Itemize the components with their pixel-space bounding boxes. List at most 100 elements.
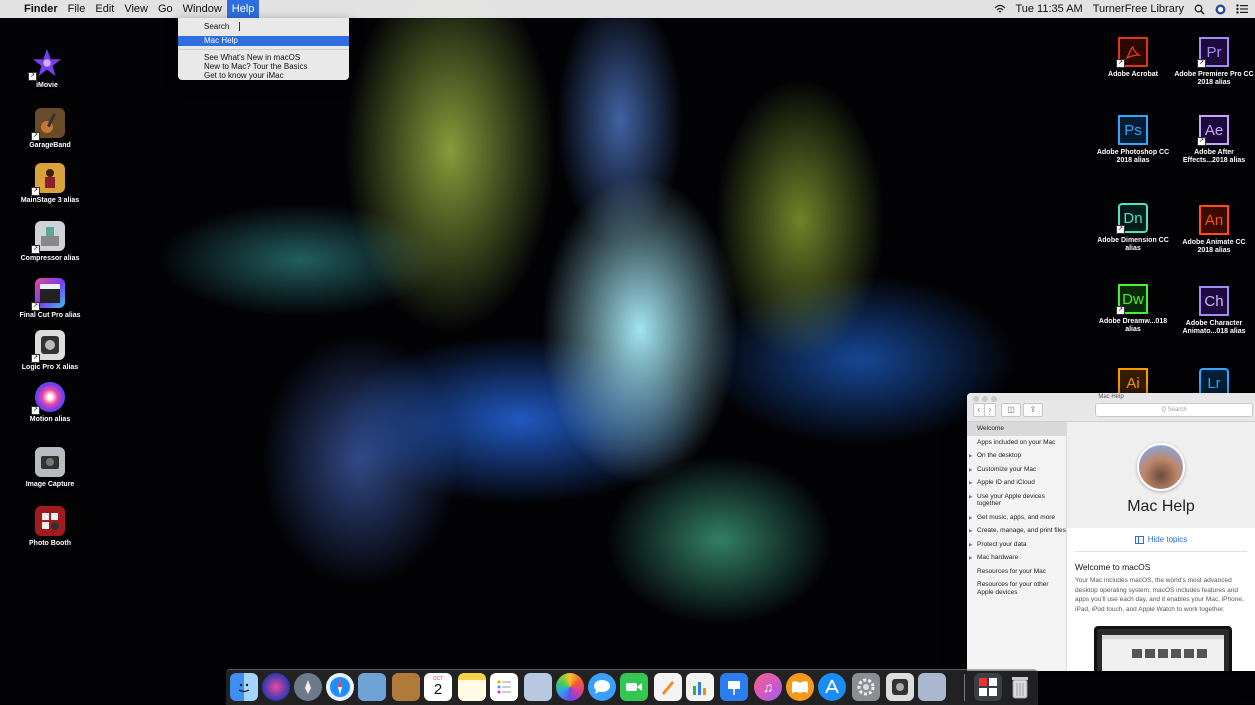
- forward-button[interactable]: ›: [984, 403, 996, 417]
- preview-icon[interactable]: [358, 673, 386, 701]
- menu-item-tour-basics[interactable]: New to Mac? Tour the Basics: [178, 62, 349, 71]
- photos-edit-icon[interactable]: [524, 673, 552, 701]
- desktop-icon-label: Logic Pro X alias: [21, 364, 79, 371]
- help-sidebar: Welcome Apps included on your Mac On the…: [967, 422, 1067, 671]
- desktop-icon-after-effects[interactable]: Ae ↗ Adobe After Effects...2018 alias: [1174, 115, 1254, 165]
- trash-icon[interactable]: [1006, 673, 1034, 701]
- numbers-icon[interactable]: [686, 673, 714, 701]
- sidebar-item-apps-included[interactable]: Apps included on your Mac: [967, 436, 1066, 450]
- help-search-input[interactable]: Q Search: [1095, 403, 1253, 417]
- spotlight-icon[interactable]: [1194, 4, 1205, 15]
- notes-icon[interactable]: [458, 673, 486, 701]
- desktop-icon-label: Adobe Photoshop CC 2018 alias: [1096, 149, 1170, 164]
- desktop-icon-photoshop[interactable]: Ps Adobe Photoshop CC 2018 alias: [1093, 115, 1173, 165]
- alias-arrow-icon: ↗: [1116, 59, 1125, 68]
- desktop-icon-mainstage[interactable]: ↗ MainStage 3 alias: [10, 163, 90, 205]
- sidebar-item-devices-together[interactable]: Use your Apple devices together: [967, 490, 1066, 511]
- desktop-icon-label: Adobe Dimension CC alias: [1097, 237, 1169, 252]
- sidebar-item-customize[interactable]: Customize your Mac: [967, 463, 1066, 477]
- desktop-icon-label: Adobe Acrobat: [1108, 71, 1158, 78]
- desktop-icon-label: Adobe Premiere Pro CC 2018 alias: [1174, 71, 1254, 86]
- keynote-icon[interactable]: [720, 673, 748, 701]
- desktop-icon-animate[interactable]: An Adobe Animate CC 2018 alias: [1174, 205, 1254, 255]
- sidebar-item-desktop[interactable]: On the desktop: [967, 449, 1066, 463]
- menu-window[interactable]: Window: [178, 0, 227, 18]
- help-content: Mac Help Hide topics Welcome to macOS Yo…: [1067, 422, 1255, 671]
- sidebar-item-welcome[interactable]: Welcome: [967, 422, 1066, 436]
- menu-item-mac-help[interactable]: Mac Help: [178, 36, 349, 46]
- contacts-icon[interactable]: [392, 673, 420, 701]
- messages-icon[interactable]: [588, 673, 616, 701]
- ibooks-icon[interactable]: [786, 673, 814, 701]
- desktop-icon-garageband[interactable]: ↗ GarageBand: [10, 108, 90, 150]
- wifi-icon[interactable]: [994, 4, 1006, 15]
- acrobat-icon: ↗: [1116, 37, 1148, 68]
- safari-icon[interactable]: [326, 673, 354, 701]
- desktop-icon-final-cut[interactable]: ↗ Final Cut Pro alias: [10, 278, 90, 320]
- font-book-icon[interactable]: [974, 673, 1002, 701]
- alias-arrow-icon: ↗: [31, 406, 40, 415]
- desktop-icon-label: Motion alias: [29, 416, 71, 423]
- menubar-clock[interactable]: Tue 11:35 AM: [1010, 0, 1087, 18]
- menu-view[interactable]: View: [119, 0, 153, 18]
- desktop-icon-premiere[interactable]: Pr ↗ Adobe Premiere Pro CC 2018 alias: [1174, 37, 1254, 87]
- menu-bar: Finder File Edit View Go Window Help Tue…: [0, 0, 1255, 18]
- sidebar-toggle-button[interactable]: ◫: [1001, 403, 1021, 417]
- menu-file[interactable]: File: [63, 0, 91, 18]
- pages-icon[interactable]: [654, 673, 682, 701]
- desktop-icon-acrobat[interactable]: ↗ Adobe Acrobat: [1093, 37, 1173, 79]
- logic-icon[interactable]: [886, 673, 914, 701]
- itunes-icon[interactable]: ♫: [754, 673, 782, 701]
- system-preferences-icon[interactable]: [852, 673, 880, 701]
- menu-item-whats-new[interactable]: See What's New in macOS: [178, 53, 349, 62]
- desktop-icon-image-capture[interactable]: Image Capture: [10, 447, 90, 489]
- sidebar-icon: [1134, 535, 1144, 544]
- calendar-icon[interactable]: OCT 2: [424, 673, 452, 701]
- notification-center-icon[interactable]: [1236, 3, 1248, 15]
- desktop-icon-dreamweaver[interactable]: Dw ↗ Adobe Dreamw...018 alias: [1093, 284, 1173, 334]
- sidebar-item-apple-id[interactable]: Apple ID and iCloud: [967, 476, 1066, 490]
- adobe-abbr: Lr: [1207, 374, 1221, 392]
- facetime-icon[interactable]: [620, 673, 648, 701]
- menu-go[interactable]: Go: [153, 0, 178, 18]
- menu-item-know-imac[interactable]: Get to know your iMac: [178, 71, 349, 80]
- menu-help[interactable]: Help: [226, 0, 260, 18]
- article-body: Your Mac includes macOS, the world's mos…: [1075, 577, 1244, 613]
- photoshop-icon: Ps: [1118, 115, 1148, 145]
- preview-scanner-icon[interactable]: [918, 673, 946, 701]
- character-animator-icon: Ch: [1199, 286, 1229, 316]
- finder-icon[interactable]: [230, 673, 258, 701]
- desktop-icon-logic[interactable]: ↗ Logic Pro X alias: [10, 330, 90, 372]
- imovie-star-icon: ↗: [28, 48, 62, 81]
- sidebar-item-files[interactable]: Create, manage, and print files: [967, 524, 1066, 538]
- hide-topics-link[interactable]: Hide topics: [1067, 535, 1255, 544]
- desktop-icon-dimension[interactable]: Dn ↗ Adobe Dimension CC alias: [1093, 203, 1173, 253]
- menu-finder[interactable]: Finder: [19, 0, 63, 18]
- sidebar-item-resources-other[interactable]: Resources for your other Apple devices: [967, 578, 1066, 599]
- dock-separator: [964, 674, 965, 701]
- desktop-icon-label: MainStage 3 alias: [20, 197, 80, 204]
- sidebar-item-resources-mac[interactable]: Resources for your Mac: [967, 565, 1066, 579]
- siri-icon[interactable]: [1215, 4, 1226, 15]
- menu-edit[interactable]: Edit: [90, 0, 119, 18]
- imac-illustration: [1094, 626, 1232, 671]
- launchpad-icon[interactable]: [294, 673, 322, 701]
- sidebar-icon: ◫: [1007, 405, 1015, 414]
- sidebar-item-protect-data[interactable]: Protect your data: [967, 538, 1066, 552]
- photos-icon[interactable]: [556, 673, 584, 701]
- help-search-field[interactable]: Search: [178, 20, 349, 33]
- desktop-icon-imovie[interactable]: ↗ iMovie: [7, 48, 87, 90]
- thumbnail: [1197, 649, 1207, 658]
- desktop-icon-character-animator[interactable]: Ch Adobe Character Animato...018 alias: [1174, 286, 1254, 336]
- desktop-icon-photo-booth[interactable]: Photo Booth: [10, 506, 90, 548]
- apple-menu-icon[interactable]: [0, 0, 19, 18]
- sidebar-item-hardware[interactable]: Mac hardware: [967, 551, 1066, 565]
- share-button[interactable]: ⇪: [1023, 403, 1043, 417]
- desktop-icon-motion[interactable]: ↗ Motion alias: [10, 382, 90, 424]
- reminders-icon[interactable]: [490, 673, 518, 701]
- app-store-icon[interactable]: [818, 673, 846, 701]
- desktop-icon-compressor[interactable]: ↗ Compressor alias: [10, 221, 90, 263]
- sidebar-item-music-apps[interactable]: Get music, apps, and more: [967, 511, 1066, 525]
- menubar-user[interactable]: TurnerFree Library: [1088, 0, 1189, 18]
- siri-icon[interactable]: [262, 673, 290, 701]
